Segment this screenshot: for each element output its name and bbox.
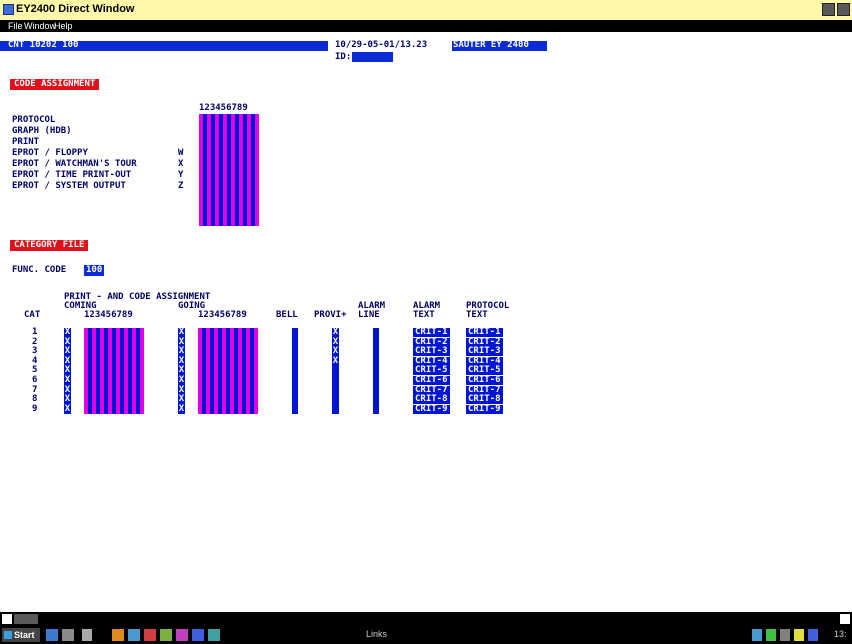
scroll-thumb[interactable] bbox=[14, 614, 38, 624]
code-assignment-digits: 123456789 bbox=[199, 103, 248, 113]
system-label: SAUTER EY 2400 bbox=[453, 40, 529, 50]
row-code-z: Z bbox=[178, 181, 184, 191]
alarm-text-field[interactable]: CRIT-3 bbox=[413, 347, 450, 357]
alarm-line-header-2: LINE bbox=[358, 310, 380, 320]
row-code-w: W bbox=[178, 148, 184, 158]
row-code-y: Y bbox=[178, 170, 184, 180]
coming-x-mark[interactable]: X bbox=[64, 347, 71, 356]
restore-button[interactable] bbox=[822, 3, 835, 16]
id-label: ID: bbox=[335, 52, 352, 62]
datetime: 10/29-05-01/13.23 bbox=[335, 40, 428, 50]
links-toolbar[interactable]: Links bbox=[366, 629, 387, 639]
going-code-grid[interactable] bbox=[198, 328, 258, 415]
row-label-protocol: PROTOCOL bbox=[12, 115, 56, 125]
start-button[interactable]: Start bbox=[2, 628, 40, 642]
going-x-mark[interactable]: X bbox=[178, 376, 185, 385]
quick-launch-icon-1[interactable] bbox=[112, 629, 124, 641]
quick-launch-icon-7[interactable] bbox=[208, 629, 220, 641]
coming-x-mark[interactable]: X bbox=[64, 376, 71, 385]
row-label-graph: GRAPH (HDB) bbox=[12, 126, 72, 136]
app-icon bbox=[3, 4, 14, 15]
provi-x-mark[interactable]: X bbox=[332, 347, 339, 356]
status-left: CNT 10202 100 bbox=[8, 40, 79, 50]
window-title: EY2400 Direct Window bbox=[16, 3, 135, 15]
code-assignment-grid[interactable] bbox=[199, 114, 259, 226]
code-assignment-title: CODE ASSIGNMENT bbox=[10, 79, 100, 90]
going-x-mark[interactable]: X bbox=[178, 347, 185, 356]
menu-help[interactable]: Help bbox=[54, 21, 73, 31]
going-digits: 123456789 bbox=[198, 310, 247, 320]
category-number: 1 bbox=[32, 327, 38, 337]
start-label: Start bbox=[14, 630, 35, 640]
desktop-icon[interactable] bbox=[46, 629, 58, 641]
coming-digits: 123456789 bbox=[84, 310, 133, 320]
close-button[interactable] bbox=[837, 3, 850, 16]
windows-logo-icon bbox=[4, 631, 12, 639]
protocol-text-header-2: TEXT bbox=[466, 310, 488, 320]
protocol-text-field[interactable]: CRIT-9 bbox=[466, 404, 503, 414]
quick-launch-icon-4[interactable] bbox=[160, 629, 172, 641]
provi-x-mark[interactable]: X bbox=[332, 356, 339, 366]
bell-column-header: BELL bbox=[276, 310, 298, 320]
menu-bar: File Window Help bbox=[0, 20, 852, 32]
protocol-text-field[interactable]: CRIT-1 bbox=[466, 328, 503, 337]
explorer-icon[interactable] bbox=[62, 629, 74, 641]
coming-x-mark[interactable]: X bbox=[64, 404, 71, 414]
toolbar-icon[interactable] bbox=[82, 629, 92, 641]
row-label-eprot-time: EPROT / TIME PRINT-OUT bbox=[12, 170, 132, 180]
row-label-eprot-system: EPROT / SYSTEM OUTPUT bbox=[12, 181, 126, 191]
alarm-text-field[interactable]: CRIT-1 bbox=[413, 328, 450, 337]
row-label-eprot-watchman: EPROT / WATCHMAN'S TOUR bbox=[12, 159, 137, 169]
category-number: 9 bbox=[32, 403, 38, 414]
row-code-x: X bbox=[178, 159, 184, 169]
title-bar: EY2400 Direct Window bbox=[0, 0, 852, 20]
func-code-field[interactable]: 100 bbox=[84, 265, 105, 276]
quick-launch-icon-2[interactable] bbox=[128, 629, 140, 641]
tray-icon-4[interactable] bbox=[794, 629, 804, 641]
bell-column[interactable] bbox=[292, 328, 298, 415]
scroll-left-arrow-icon[interactable] bbox=[2, 614, 12, 624]
row-label-eprot-floppy: EPROT / FLOPPY bbox=[12, 148, 88, 158]
cat-column-header: CAT bbox=[24, 310, 41, 320]
category-number: 3 bbox=[32, 346, 38, 357]
coming-code-grid[interactable] bbox=[84, 328, 144, 415]
coming-x-mark[interactable]: X bbox=[64, 395, 71, 404]
quick-launch-icon-3[interactable] bbox=[144, 629, 156, 641]
coming-x-mark[interactable]: X bbox=[64, 328, 71, 337]
going-x-mark[interactable]: X bbox=[178, 395, 185, 404]
category-number: 8 bbox=[32, 394, 38, 405]
alarm-text-header-2: TEXT bbox=[413, 310, 435, 320]
taskbar: Start Links 13: bbox=[0, 626, 852, 644]
alarm-text-field[interactable]: CRIT-8 bbox=[413, 395, 450, 405]
going-x-mark[interactable]: X bbox=[178, 328, 185, 337]
id-field[interactable] bbox=[352, 52, 393, 62]
tray-icon-1[interactable] bbox=[752, 629, 762, 641]
going-x-mark[interactable]: X bbox=[178, 404, 185, 414]
category-number: 6 bbox=[32, 375, 38, 385]
row-label-print: PRINT bbox=[12, 137, 40, 147]
quick-launch-icon-6[interactable] bbox=[192, 629, 204, 641]
protocol-text-field[interactable]: CRIT-6 bbox=[466, 376, 503, 385]
tray-icon-3[interactable] bbox=[780, 629, 790, 641]
provi-x-mark[interactable]: X bbox=[332, 328, 339, 337]
tray-icon-5[interactable] bbox=[808, 629, 818, 641]
horizontal-scrollbar[interactable] bbox=[0, 612, 852, 626]
alarm-text-field[interactable]: CRIT-6 bbox=[413, 376, 450, 385]
clock: 13: bbox=[834, 629, 847, 639]
category-file-title: CATEGORY FILE bbox=[10, 240, 89, 251]
tray-icon-2[interactable] bbox=[766, 629, 776, 641]
protocol-text-field[interactable]: CRIT-8 bbox=[466, 395, 503, 405]
alarm-line-column[interactable] bbox=[373, 328, 379, 415]
quick-launch-icon-5[interactable] bbox=[176, 629, 188, 641]
alarm-text-field[interactable]: CRIT-9 bbox=[413, 404, 450, 414]
menu-window[interactable]: Window bbox=[24, 21, 56, 31]
protocol-text-field[interactable]: CRIT-3 bbox=[466, 347, 503, 357]
provi-column-header: PROVI+ bbox=[314, 310, 347, 320]
menu-file[interactable]: File bbox=[8, 21, 23, 31]
scroll-right-arrow-icon[interactable] bbox=[840, 614, 850, 624]
func-code-label: FUNC. CODE bbox=[12, 265, 67, 275]
